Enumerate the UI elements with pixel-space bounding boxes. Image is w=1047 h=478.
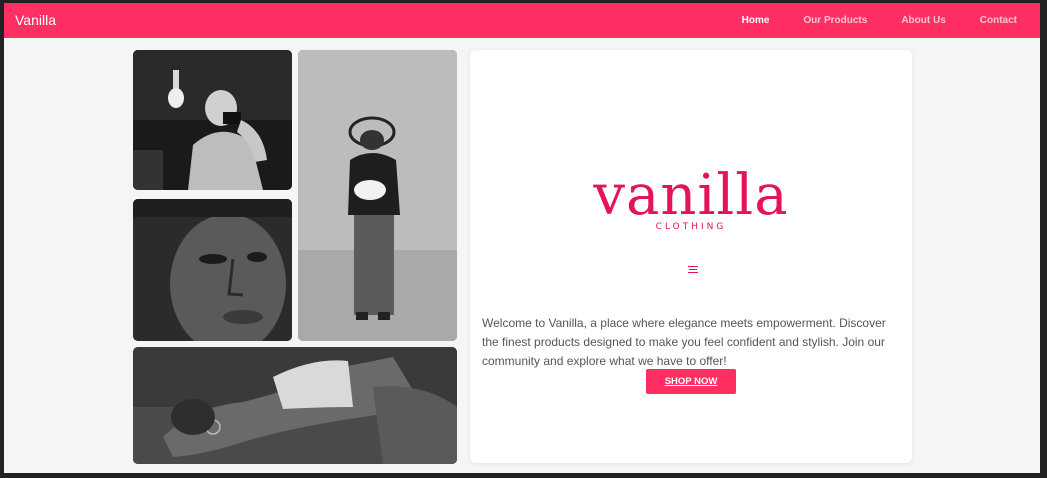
welcome-text: Welcome to Vanilla, a place where elegan… xyxy=(482,316,886,368)
logo-subtitle: CLOTHING xyxy=(655,222,727,232)
brand-logo: vanilla CLOTHING xyxy=(470,163,912,233)
nav-links: Home Our Products About Us Contact xyxy=(742,3,1040,38)
shop-now-button[interactable]: SHOP NOW xyxy=(646,369,736,394)
gallery-photo-hat-woman xyxy=(298,50,457,341)
nav-link-about-us[interactable]: About Us xyxy=(901,15,945,26)
browser-viewport: Vanilla Home Our Products About Us Conta… xyxy=(4,3,1040,473)
navbar: Vanilla Home Our Products About Us Conta… xyxy=(4,3,1040,38)
gallery-photo-portrait xyxy=(133,199,292,341)
hero-card: vanilla CLOTHING Welcome to Vanilla, a p… xyxy=(470,50,912,463)
nav-link-home[interactable]: Home xyxy=(742,15,770,26)
brand-link[interactable]: Vanilla xyxy=(15,12,56,28)
nav-link-our-products[interactable]: Our Products xyxy=(803,15,867,26)
gallery-photo-leaning-woman xyxy=(133,347,457,464)
gallery-photo-camera-woman xyxy=(133,50,292,190)
nav-link-contact[interactable]: Contact xyxy=(980,15,1017,26)
logo-emblem-icon xyxy=(688,266,698,273)
logo-wordmark: vanilla xyxy=(593,163,789,228)
